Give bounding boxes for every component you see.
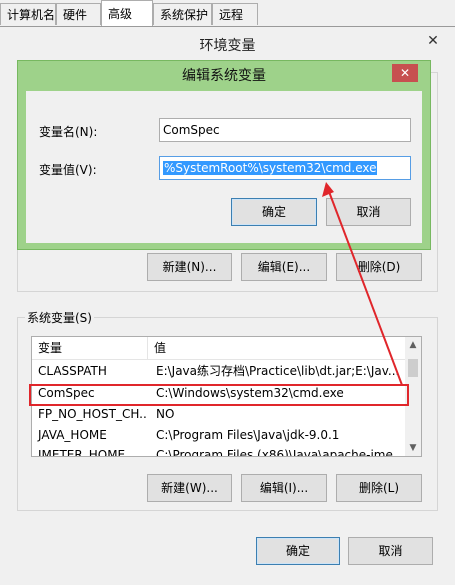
column-header-variable[interactable]: 变量 [32, 337, 148, 359]
system-delete-button[interactable]: 删除(L) [336, 474, 422, 502]
row-value: C:\Program Files\Java\jdk-9.0.1 [156, 428, 340, 442]
variable-name-input[interactable]: ComSpec [159, 118, 411, 142]
close-icon[interactable]: ✕ [421, 31, 445, 51]
tab-remote[interactable]: 远程 [212, 3, 258, 25]
ok-button[interactable]: 确定 [256, 537, 340, 565]
dialog-body: 变量名(N): ComSpec 变量值(V): %SystemRoot%\sys… [26, 91, 422, 243]
cancel-button[interactable]: 取消 [348, 537, 433, 565]
user-new-button[interactable]: 新建(N)... [147, 253, 232, 281]
dialog-ok-button[interactable]: 确定 [231, 198, 317, 226]
row-variable: CLASSPATH [38, 364, 107, 378]
dialog-title: 编辑系统变量 [182, 68, 266, 84]
annotation-highlight-box [29, 384, 409, 406]
row-value: C:\Program Files (x86)\Java\apache-jme..… [156, 448, 405, 457]
row-variable: JMETER_HOME [38, 448, 126, 457]
edit-system-variable-dialog: 编辑系统变量 ✕ 变量名(N): ComSpec 变量值(V): %System… [17, 60, 431, 250]
scroll-thumb[interactable] [408, 359, 418, 377]
user-delete-button[interactable]: 删除(D) [336, 253, 422, 281]
tab-system-protection[interactable]: 系统保护 [153, 3, 212, 25]
system-edit-button[interactable]: 编辑(I)... [241, 474, 327, 502]
variable-name-label: 变量名(N): [39, 125, 98, 139]
scroll-down-icon[interactable]: ▼ [405, 440, 421, 456]
variable-value-input[interactable]: %SystemRoot%\system32\cmd.exe [159, 156, 411, 180]
table-row[interactable]: JMETER_HOME C:\Program Files (x86)\Java\… [32, 445, 406, 457]
window-title: 环境变量 [199, 38, 256, 54]
system-new-button[interactable]: 新建(W)... [147, 474, 232, 502]
tab-hardware[interactable]: 硬件 [56, 3, 101, 25]
close-icon[interactable]: ✕ [392, 64, 418, 82]
system-variables-label: 系统变量(S) [25, 309, 94, 326]
row-value: E:\Java练习存档\Practice\lib\dt.jar;E:\Jav..… [156, 364, 400, 378]
row-variable: FP_NO_HOST_CH... [38, 407, 148, 421]
table-row[interactable]: CLASSPATH E:\Java练习存档\Practice\lib\dt.ja… [32, 361, 406, 382]
table-row[interactable]: JAVA_HOME C:\Program Files\Java\jdk-9.0.… [32, 425, 406, 446]
table-row[interactable]: FP_NO_HOST_CH... NO [32, 404, 406, 425]
column-header-value[interactable]: 值 [148, 337, 406, 359]
variable-value-label: 变量值(V): [39, 163, 97, 177]
row-variable: JAVA_HOME [38, 428, 107, 442]
selected-text: %SystemRoot%\system32\cmd.exe [163, 161, 378, 175]
user-edit-button[interactable]: 编辑(E)... [241, 253, 327, 281]
tab-computer-name[interactable]: 计算机名 [0, 3, 56, 25]
tab-bar: 计算机名 硬件 高级 系统保护 远程 [0, 0, 455, 26]
scroll-up-icon[interactable]: ▲ [405, 337, 421, 353]
tab-advanced[interactable]: 高级 [101, 0, 153, 26]
dialog-cancel-button[interactable]: 取消 [326, 198, 411, 226]
table-header: 变量 值 [32, 337, 406, 360]
row-value: NO [156, 407, 175, 421]
